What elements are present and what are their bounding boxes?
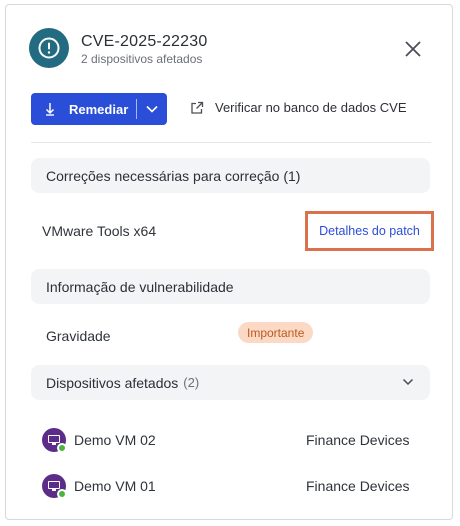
severity-badge: Importante xyxy=(238,322,314,343)
affected-devices-subtitle: 2 dispositivos afetados xyxy=(81,52,203,66)
patch-details-highlight: Detalhes do patch xyxy=(305,211,434,251)
vulnerability-section-header: Informação de vulnerabilidade xyxy=(31,269,430,304)
download-icon xyxy=(31,93,55,125)
fixes-heading: Correções necessárias para correção (1) xyxy=(46,167,301,184)
remediate-dropdown-toggle[interactable] xyxy=(143,101,161,117)
verify-cve-label: Verificar no banco de dados CVE xyxy=(215,100,407,115)
remediate-button[interactable]: Remediar xyxy=(31,93,167,125)
chevron-down-icon xyxy=(146,105,158,113)
online-status-dot xyxy=(57,443,67,453)
severity-label: Gravidade xyxy=(46,328,111,344)
fix-item-name: VMware Tools x64 xyxy=(42,223,157,239)
vulnerability-heading: Informação de vulnerabilidade xyxy=(46,278,234,295)
cve-title: CVE-2025-22230 xyxy=(81,33,208,50)
device-name[interactable]: Demo VM 01 xyxy=(74,478,156,494)
device-monitor-icon xyxy=(42,474,67,499)
alert-circle-icon xyxy=(29,28,69,68)
chevron-down-icon xyxy=(402,378,414,386)
patch-details-link[interactable]: Detalhes do patch xyxy=(319,224,420,238)
online-status-dot xyxy=(57,489,67,499)
devices-heading: Dispositivos afetados xyxy=(46,374,179,391)
button-divider xyxy=(136,99,137,119)
devices-count: (2) xyxy=(183,375,200,390)
remediate-label: Remediar xyxy=(69,101,129,117)
device-group: Finance Devices xyxy=(306,478,410,494)
fixes-section-header: Correções necessárias para correção (1) xyxy=(31,158,430,193)
close-button[interactable] xyxy=(402,38,424,60)
affected-devices-section-toggle[interactable]: Dispositivos afetados (2) xyxy=(31,365,430,400)
header-divider xyxy=(31,142,431,143)
external-link-icon xyxy=(191,101,204,114)
close-icon xyxy=(405,41,421,57)
device-monitor-icon xyxy=(42,428,67,453)
device-group: Finance Devices xyxy=(306,432,410,448)
verify-cve-database-link[interactable]: Verificar no banco de dados CVE xyxy=(190,100,407,115)
device-name[interactable]: Demo VM 02 xyxy=(74,432,156,448)
